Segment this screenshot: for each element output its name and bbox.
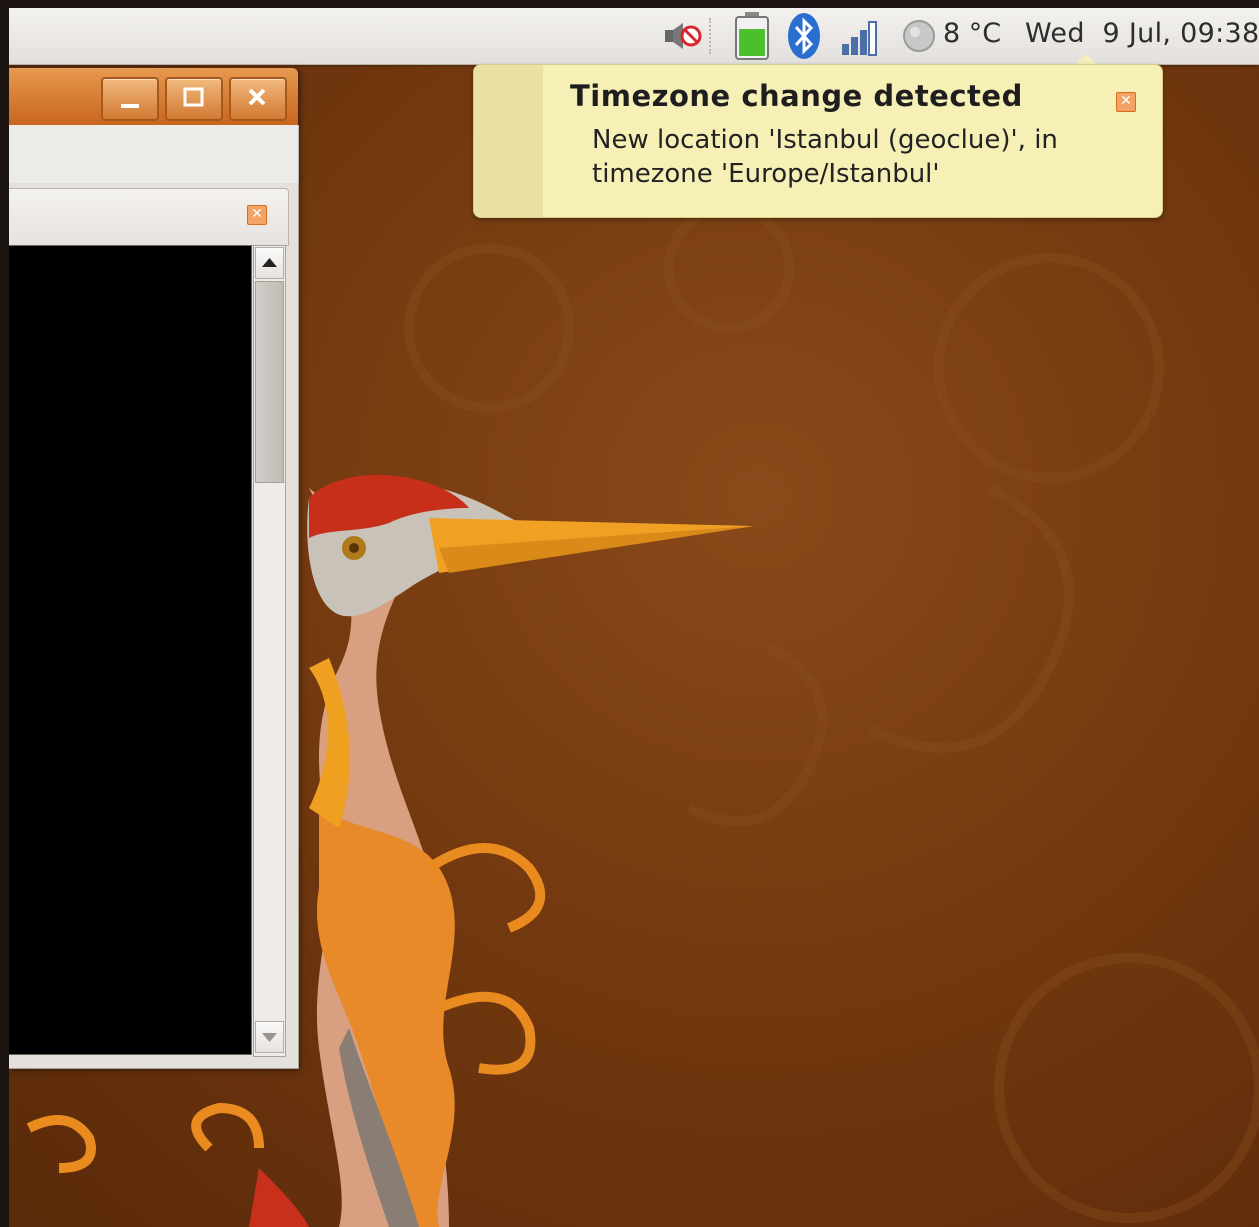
top-panel: 8 °C Wed 9 Jul, 09:38 <box>9 8 1259 65</box>
maximize-icon <box>183 87 204 107</box>
scroll-up-button[interactable] <box>255 247 284 279</box>
timezone-notification[interactable]: Timezone change detected ✕ New location … <box>473 64 1163 218</box>
window-titlebar[interactable] <box>9 68 298 125</box>
pane-close-icon[interactable]: ✕ <box>247 205 267 225</box>
battery-icon[interactable] <box>734 11 770 61</box>
arrow-up-icon <box>262 258 277 267</box>
maximize-button[interactable] <box>165 77 223 121</box>
notification-title: Timezone change detected <box>570 79 1023 113</box>
app-window: ✕ <box>9 68 299 1069</box>
close-icon <box>248 88 266 106</box>
notification-body-line1: New location 'Istanbul (geoclue)', in <box>592 125 1058 155</box>
scrollbar-thumb[interactable] <box>255 281 284 483</box>
panel-separator <box>709 18 714 54</box>
weather-temperature[interactable]: 8 °C <box>943 18 1001 49</box>
network-signal-icon[interactable] <box>841 18 883 56</box>
window-menubar <box>9 125 299 183</box>
arrow-down-icon <box>262 1033 277 1042</box>
minimize-button[interactable] <box>101 77 159 121</box>
notification-body: New location 'Istanbul (geoclue)', in ti… <box>592 123 1132 191</box>
notification-body-line2: timezone 'Europe/Istanbul' <box>592 159 940 189</box>
scroll-down-button[interactable] <box>255 1021 284 1053</box>
notification-close-icon[interactable]: ✕ <box>1116 92 1136 112</box>
close-button[interactable] <box>229 77 287 121</box>
weather-icon[interactable] <box>902 19 936 53</box>
minimize-icon <box>121 104 139 108</box>
clock[interactable]: Wed 9 Jul, 09:38 <box>1025 18 1259 49</box>
notification-stripe <box>474 65 543 217</box>
desktop: 8 °C Wed 9 Jul, 09:38 Timezone change de… <box>9 8 1259 1227</box>
terminal-area[interactable] <box>9 245 252 1055</box>
bluetooth-icon[interactable] <box>787 12 821 60</box>
vertical-scrollbar[interactable] <box>253 245 286 1057</box>
volume-muted-icon[interactable] <box>663 20 703 52</box>
